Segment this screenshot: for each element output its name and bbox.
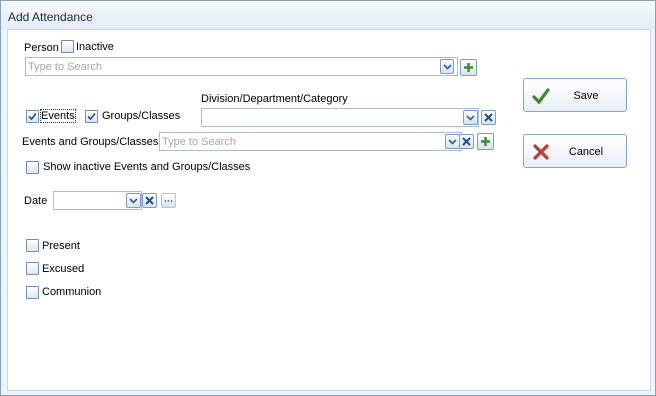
events-groups-search-field	[159, 132, 462, 151]
division-input[interactable]	[204, 110, 459, 125]
check-icon	[87, 112, 96, 121]
plus-icon	[464, 63, 473, 72]
cancel-button-label: Cancel	[568, 146, 604, 158]
division-label: Division/Department/Category	[201, 93, 348, 105]
add-event-group-button[interactable]	[477, 133, 494, 150]
form-panel: Person Inactive Events Groups/Classes Di…	[7, 29, 651, 391]
groups-classes-checkbox[interactable]	[85, 110, 98, 123]
excused-checkbox[interactable]	[26, 262, 39, 275]
present-label: Present	[42, 240, 80, 252]
plus-icon	[481, 137, 490, 146]
person-dropdown-button[interactable]	[440, 59, 454, 74]
chevron-down-icon	[448, 139, 457, 145]
date-input[interactable]	[56, 193, 124, 208]
person-search-input[interactable]	[28, 59, 438, 74]
clear-x-icon	[462, 137, 471, 146]
events-groups-clear-button[interactable]	[459, 134, 474, 149]
division-field	[201, 108, 479, 127]
date-field	[53, 191, 142, 210]
events-groups-search-input[interactable]	[162, 134, 442, 149]
chevron-down-icon	[443, 64, 452, 70]
events-label: Events	[40, 109, 76, 123]
communion-label: Communion	[42, 286, 102, 298]
window-title: Add Attendance	[8, 10, 93, 24]
add-attendance-window: Add Attendance Person Inactive Events Gr…	[0, 0, 656, 396]
person-label: Person	[24, 42, 59, 54]
ellipsis-icon	[164, 200, 173, 202]
events-groups-dropdown-button[interactable]	[445, 134, 460, 149]
events-groups-label: Events and Groups/Classes	[22, 136, 159, 148]
present-checkbox[interactable]	[26, 239, 39, 252]
division-dropdown-button[interactable]	[463, 110, 478, 125]
groups-classes-label: Groups/Classes	[102, 110, 181, 122]
show-inactive-label: Show inactive Events and Groups/Classes	[43, 161, 251, 173]
clear-x-icon	[484, 113, 493, 122]
chevron-down-icon	[466, 115, 475, 121]
date-clear-button[interactable]	[142, 193, 157, 208]
chevron-down-icon	[129, 198, 138, 204]
inactive-checkbox[interactable]	[61, 40, 74, 53]
cancel-button[interactable]: Cancel	[523, 134, 627, 168]
check-icon	[28, 112, 37, 121]
date-picker-button[interactable]	[161, 193, 176, 208]
title-bar: Add Attendance	[1, 1, 655, 29]
date-label: Date	[24, 195, 48, 207]
add-person-button[interactable]	[460, 59, 477, 76]
events-checkbox[interactable]	[26, 110, 39, 123]
save-button-label: Save	[573, 90, 599, 102]
save-button[interactable]: Save	[523, 78, 627, 112]
person-search-field	[25, 57, 458, 76]
clear-x-icon	[145, 196, 154, 205]
inactive-label: Inactive	[76, 41, 114, 53]
excused-label: Excused	[42, 263, 85, 275]
show-inactive-checkbox[interactable]	[26, 161, 39, 174]
date-dropdown-button[interactable]	[126, 193, 141, 208]
communion-checkbox[interactable]	[26, 286, 39, 299]
division-clear-button[interactable]	[481, 110, 496, 125]
